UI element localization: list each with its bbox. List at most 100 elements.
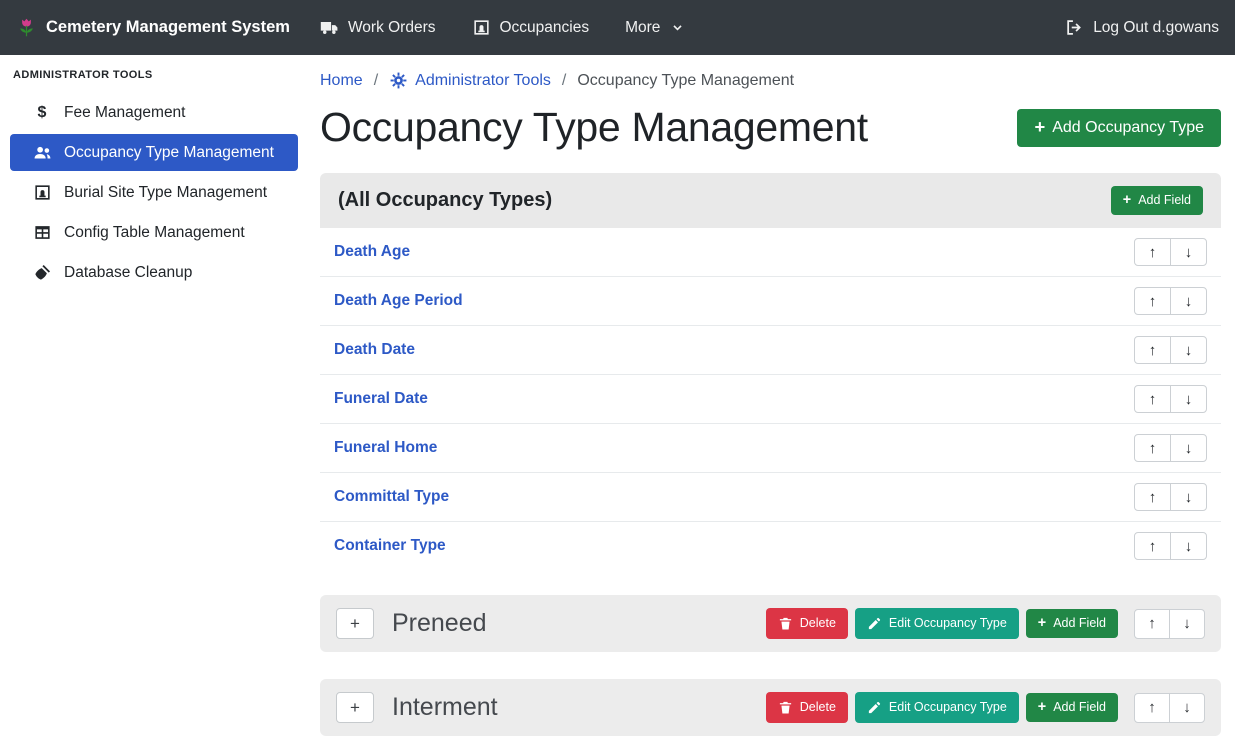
breadcrumb-home-link[interactable]: Home (320, 72, 363, 90)
sidebar-item-burial-site-type-management[interactable]: Burial Site Type Management (10, 174, 298, 211)
move-up-button[interactable]: ↑ (1134, 287, 1171, 315)
sidebar-item-label: Database Cleanup (64, 264, 192, 282)
nav-item-label: Work Orders (348, 19, 436, 37)
breadcrumb: Home / Administrator Tools / Occupancy T… (320, 71, 1221, 90)
field-link-death-age-period[interactable]: Death Age Period (334, 292, 463, 310)
field-link-funeral-home[interactable]: Funeral Home (334, 439, 437, 457)
move-up-button[interactable]: ↑ (1134, 336, 1171, 364)
move-up-button[interactable]: ↑ (1134, 693, 1170, 723)
move-up-button[interactable]: ↑ (1134, 532, 1171, 560)
add-field-button[interactable]: + Add Field (1026, 609, 1118, 638)
field-link-committal-type[interactable]: Committal Type (334, 488, 449, 506)
add-field-button[interactable]: + Add Field (1026, 693, 1118, 722)
truck-icon (320, 18, 339, 37)
move-down-button[interactable]: ↓ (1170, 238, 1207, 266)
field-row: Death Date ↑ ↓ (320, 326, 1221, 375)
page-layout: Administrator Tools $ Fee Management Occ… (0, 55, 1235, 738)
arrow-up-icon: ↑ (1149, 342, 1157, 359)
expand-button[interactable]: + (336, 608, 374, 639)
plus-icon: + (1038, 618, 1046, 630)
move-up-button[interactable]: ↑ (1134, 385, 1171, 413)
arrow-down-icon: ↓ (1185, 440, 1193, 457)
sidebar-item-label: Burial Site Type Management (64, 184, 267, 202)
reorder-group: ↑ ↓ (1134, 336, 1207, 364)
brand-title: Cemetery Management System (46, 18, 290, 37)
expand-button[interactable]: + (336, 692, 374, 723)
move-down-button[interactable]: ↓ (1170, 287, 1207, 315)
field-row: Death Age Period ↑ ↓ (320, 277, 1221, 326)
field-row: Funeral Home ↑ ↓ (320, 424, 1221, 473)
arrow-down-icon: ↓ (1185, 342, 1193, 359)
reorder-group: ↑ ↓ (1134, 434, 1207, 462)
move-up-button[interactable]: ↑ (1134, 238, 1171, 266)
arrow-up-icon: ↑ (1149, 293, 1157, 310)
logout-icon (1065, 18, 1084, 37)
section-title: Interment (392, 693, 498, 722)
main-content: Home / Administrator Tools / Occupancy T… (308, 55, 1235, 738)
card-title: (All Occupancy Types) (338, 189, 552, 212)
edit-occupancy-type-button[interactable]: Edit Occupancy Type (855, 692, 1019, 723)
sidebar-item-label: Occupancy Type Management (64, 144, 274, 162)
arrow-down-icon: ↓ (1185, 489, 1193, 506)
arrow-up-icon: ↑ (1149, 538, 1157, 555)
sidebar-item-database-cleanup[interactable]: Database Cleanup (10, 254, 298, 291)
delete-button[interactable]: Delete (766, 608, 848, 639)
move-down-button[interactable]: ↓ (1170, 532, 1207, 560)
move-up-button[interactable]: ↑ (1134, 434, 1171, 462)
move-down-button[interactable]: ↓ (1169, 609, 1205, 639)
move-up-button[interactable]: ↑ (1134, 483, 1171, 511)
field-link-death-age[interactable]: Death Age (334, 243, 410, 261)
arrow-up-icon: ↑ (1149, 440, 1157, 457)
navbar-links: Work Orders Occupancies More (320, 18, 685, 37)
sidebar-item-occupancy-type-management[interactable]: Occupancy Type Management (10, 134, 298, 171)
add-occupancy-type-label: Add Occupancy Type (1052, 120, 1204, 136)
brand-link[interactable]: Cemetery Management System (16, 16, 290, 39)
breadcrumb-admin-tools-link[interactable]: Administrator Tools (389, 71, 551, 90)
add-field-label: Add Field (1053, 617, 1106, 630)
field-row: Committal Type ↑ ↓ (320, 473, 1221, 522)
edit-occupancy-type-button[interactable]: Edit Occupancy Type (855, 608, 1019, 639)
add-occupancy-type-button[interactable]: + Add Occupancy Type (1017, 109, 1221, 147)
field-link-container-type[interactable]: Container Type (334, 537, 446, 555)
sidebar-item-fee-management[interactable]: $ Fee Management (10, 94, 298, 131)
nav-item-more[interactable]: More (625, 19, 684, 37)
nav-item-work-orders[interactable]: Work Orders (320, 18, 436, 37)
arrow-up-icon: ↑ (1148, 699, 1156, 716)
sidebar-item-config-table-management[interactable]: Config Table Management (10, 214, 298, 251)
top-navbar: Cemetery Management System Work Orders O… (0, 0, 1235, 55)
section-actions: Delete Edit Occupancy Type + Add Field ↑… (766, 608, 1205, 639)
field-link-death-date[interactable]: Death Date (334, 341, 415, 359)
logout-link[interactable]: Log Out d.gowans (1065, 18, 1219, 37)
page-title: Occupancy Type Management (320, 104, 868, 151)
reorder-group: ↑ ↓ (1134, 483, 1207, 511)
move-down-button[interactable]: ↓ (1170, 483, 1207, 511)
reorder-group: ↑ ↓ (1134, 532, 1207, 560)
move-down-button[interactable]: ↓ (1170, 434, 1207, 462)
arrow-down-icon: ↓ (1185, 391, 1193, 408)
pencil-icon (867, 700, 882, 715)
dollar-icon: $ (31, 104, 53, 122)
arrow-down-icon: ↓ (1183, 699, 1191, 716)
nav-item-occupancies[interactable]: Occupancies (472, 18, 590, 37)
plus-icon: + (1038, 702, 1046, 714)
field-link-funeral-date[interactable]: Funeral Date (334, 390, 428, 408)
delete-button[interactable]: Delete (766, 692, 848, 723)
monument-icon (472, 18, 491, 37)
reorder-group: ↑ ↓ (1134, 238, 1207, 266)
move-down-button[interactable]: ↓ (1170, 385, 1207, 413)
arrow-up-icon: ↑ (1149, 244, 1157, 261)
gear-icon (389, 71, 408, 90)
monument-icon (33, 183, 52, 202)
move-up-button[interactable]: ↑ (1134, 609, 1170, 639)
edit-label: Edit Occupancy Type (889, 617, 1007, 630)
plus-icon: + (1123, 195, 1131, 207)
add-field-button[interactable]: + Add Field (1111, 186, 1203, 215)
sidebar: Administrator Tools $ Fee Management Occ… (0, 55, 308, 738)
reorder-group: ↑ ↓ (1134, 693, 1205, 723)
arrow-up-icon: ↑ (1149, 391, 1157, 408)
add-field-label: Add Field (1053, 701, 1106, 714)
move-down-button[interactable]: ↓ (1169, 693, 1205, 723)
section-actions: Delete Edit Occupancy Type + Add Field ↑… (766, 692, 1205, 723)
plus-icon: + (1034, 120, 1045, 135)
move-down-button[interactable]: ↓ (1170, 336, 1207, 364)
